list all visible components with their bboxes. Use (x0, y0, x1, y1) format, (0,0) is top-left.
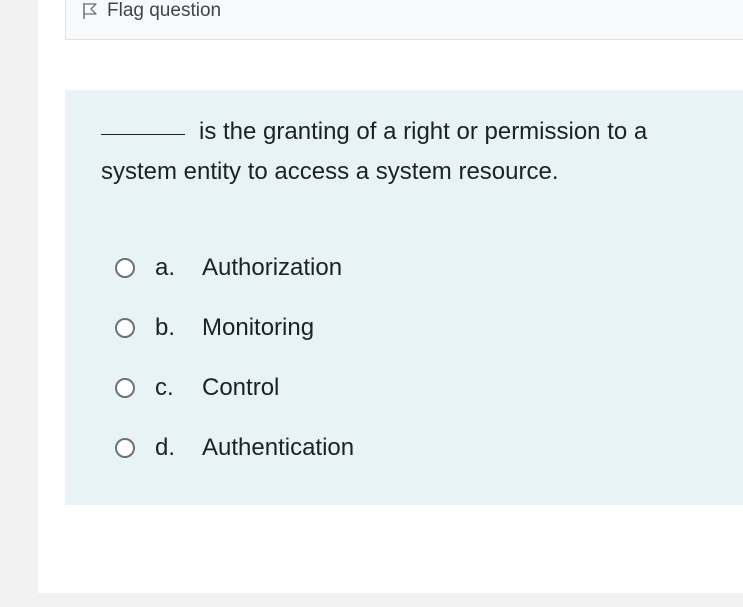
radio-button[interactable] (115, 258, 135, 278)
answer-option-c[interactable]: c. Control (115, 358, 354, 418)
answer-options: a. Authorization b. Monitoring c. Contro… (115, 238, 354, 478)
question-body: is the granting of a right or permission… (101, 118, 648, 185)
answer-option-b[interactable]: b. Monitoring (115, 298, 354, 358)
flag-icon (83, 3, 97, 19)
answer-letter: d. (155, 434, 176, 461)
answer-letter: c. (155, 374, 174, 401)
answer-text: Control (202, 374, 280, 401)
flag-question-button[interactable]: Flag question (81, 0, 221, 23)
answer-letter: a. (155, 254, 176, 281)
answer-text: Monitoring (202, 314, 315, 341)
quiz-page: Flag question is the granting of a right… (0, 0, 743, 607)
answer-text: Authentication (202, 434, 355, 461)
question-text: is the granting of a right or permission… (101, 112, 711, 192)
radio-button[interactable] (115, 318, 135, 338)
question-formulation: is the granting of a right or permission… (65, 90, 743, 505)
fill-in-blank (101, 134, 185, 135)
radio-button[interactable] (115, 378, 135, 398)
flag-question-label: Flag question (107, 0, 222, 21)
answer-option-d[interactable]: d. Authentication (115, 418, 354, 478)
answer-option-a[interactable]: a. Authorization (115, 238, 354, 298)
answer-text: Authorization (202, 254, 343, 281)
radio-button[interactable] (115, 438, 135, 458)
answer-letter: b. (155, 314, 176, 341)
question-info-box: Flag question (65, 0, 743, 40)
